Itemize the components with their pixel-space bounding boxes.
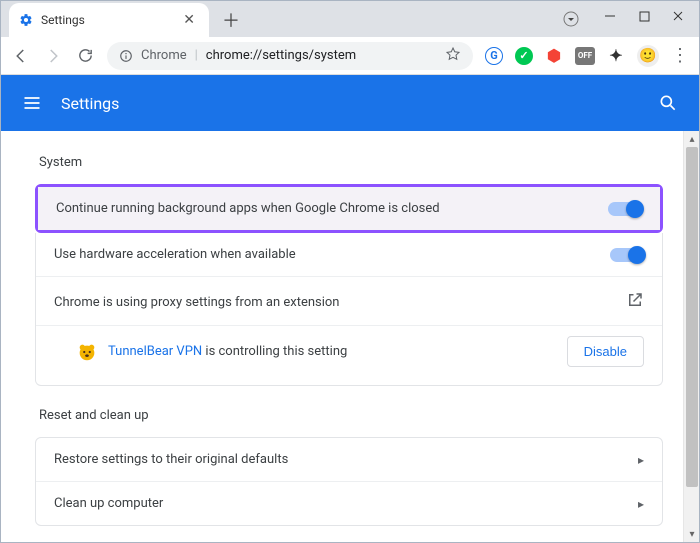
setting-background-apps[interactable]: Continue running background apps when Go… [38, 187, 660, 230]
toggle-background-apps[interactable] [608, 202, 642, 216]
title-bar: Settings ✕ ＋ [1, 1, 699, 37]
chrome-window: Settings ✕ ＋ Chrome | chrome://settings/… [0, 0, 700, 543]
setting-label: Chrome is using proxy settings from an e… [54, 295, 626, 310]
extension-icon-4[interactable]: OFF [575, 47, 595, 65]
open-external-icon[interactable] [626, 291, 644, 313]
minimize-icon[interactable] [603, 10, 617, 24]
setting-hardware-accel[interactable]: Use hardware acceleration when available [36, 233, 662, 276]
tunnelbear-icon [76, 341, 98, 363]
settings-scroll: System Continue running background apps … [1, 131, 683, 542]
extension-icon-1[interactable]: G [485, 47, 503, 65]
scroll-down-icon[interactable]: ▾ [684, 526, 700, 542]
profile-avatar[interactable]: 🙂 [637, 45, 659, 67]
tab-title: Settings [41, 13, 171, 27]
content-area: System Continue running background apps … [1, 131, 699, 542]
page-title: Settings [61, 94, 657, 113]
browser-tab[interactable]: Settings ✕ [9, 3, 209, 37]
vertical-scrollbar[interactable]: ▴ ▾ [683, 131, 699, 542]
extensions-puzzle-icon[interactable]: ✦ [607, 47, 625, 65]
proxy-extension-text: TunnelBear VPN is controlling this setti… [108, 344, 347, 359]
window-controls [603, 1, 699, 33]
scroll-up-icon[interactable]: ▴ [684, 131, 700, 147]
reset-card: Restore settings to their original defau… [35, 437, 663, 526]
close-window-icon[interactable] [671, 10, 685, 24]
setting-label: Continue running background apps when Go… [56, 201, 608, 216]
setting-label: Use hardware acceleration when available [54, 247, 610, 262]
toolbar: Chrome | chrome://settings/system G ✓ ⬢ … [1, 37, 699, 75]
scrollbar-thumb[interactable] [686, 147, 698, 487]
search-icon[interactable] [657, 92, 679, 114]
chevron-right-icon: ▸ [638, 497, 644, 511]
url-separator: | [195, 48, 198, 63]
close-tab-icon[interactable]: ✕ [179, 12, 199, 28]
url-host: Chrome [141, 48, 187, 63]
highlighted-setting: Continue running background apps when Go… [35, 184, 663, 233]
bookmark-star-icon[interactable] [445, 46, 461, 66]
new-tab-button[interactable]: ＋ [217, 6, 245, 34]
chevron-right-icon: ▸ [638, 453, 644, 467]
account-dropdown-icon[interactable] [563, 11, 579, 27]
chrome-menu-icon[interactable]: ⋮ [671, 45, 689, 66]
menu-icon[interactable] [21, 92, 43, 114]
forward-icon[interactable] [43, 46, 63, 66]
toggle-hardware-accel[interactable] [610, 248, 644, 262]
back-icon[interactable] [11, 46, 31, 66]
setting-label: Clean up computer [54, 496, 638, 511]
setting-restore-defaults[interactable]: Restore settings to their original defau… [36, 438, 662, 481]
setting-cleanup-computer[interactable]: Clean up computer ▸ [36, 481, 662, 525]
maximize-icon[interactable] [637, 10, 651, 24]
setting-label: Restore settings to their original defau… [54, 452, 638, 467]
extension-icons: G ✓ ⬢ OFF ✦ 🙂 ⋮ [485, 45, 689, 67]
site-info-icon[interactable] [119, 49, 133, 63]
disable-button[interactable]: Disable [567, 336, 644, 367]
settings-header: Settings [1, 75, 699, 131]
system-card: Use hardware acceleration when available… [35, 233, 663, 386]
reload-icon[interactable] [75, 46, 95, 66]
url-path: chrome://settings/system [206, 48, 356, 63]
section-title-system: System [39, 155, 663, 170]
extension-icon-3[interactable]: ⬢ [545, 47, 563, 65]
settings-gear-icon [19, 13, 33, 27]
section-title-reset: Reset and clean up [39, 408, 663, 423]
address-bar[interactable]: Chrome | chrome://settings/system [107, 42, 473, 70]
proxy-extension-row: TunnelBear VPN is controlling this setti… [36, 326, 662, 385]
extension-link[interactable]: TunnelBear VPN [108, 344, 202, 359]
setting-proxy[interactable]: Chrome is using proxy settings from an e… [36, 276, 662, 326]
extension-icon-2[interactable]: ✓ [515, 47, 533, 65]
